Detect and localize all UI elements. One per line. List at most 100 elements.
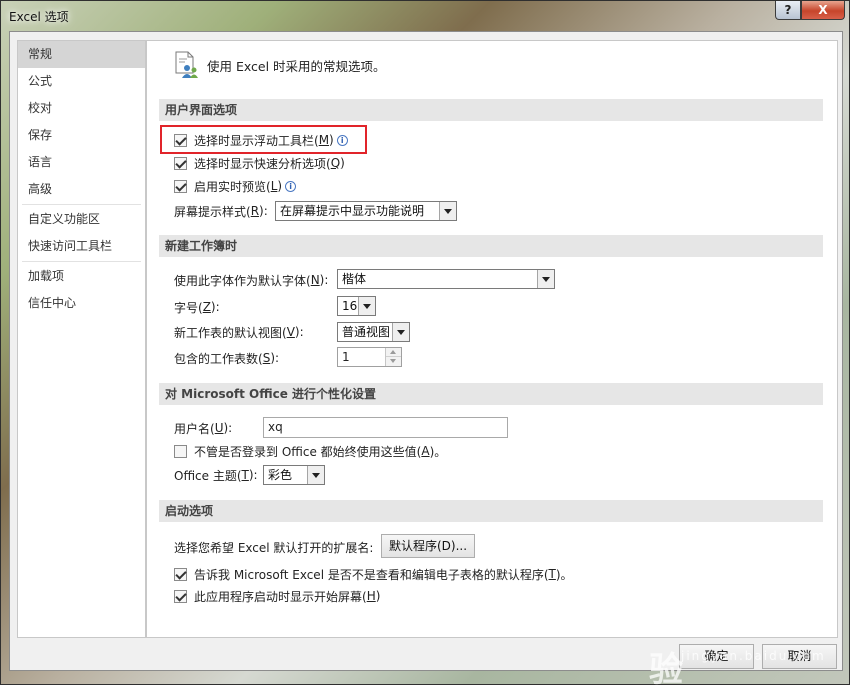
nav-item-add-ins[interactable]: 加载项 [18, 263, 145, 290]
show-start-screen-accesskey: H [366, 589, 376, 603]
sheet-count-label-pre: 包含的工作表数( [174, 351, 263, 366]
sheet-count-row: 包含的工作表数(S): [174, 348, 279, 368]
screentip-label-post: ): [259, 204, 268, 218]
office-theme-label-post: ): [248, 468, 258, 482]
extension-label: 选择您希望 Excel 默认打开的扩展名: [174, 540, 374, 555]
window-frame: Excel 选项 ? X 常规 公式 校对 保存 语言 高级 自定义功能区 快速… [0, 0, 850, 685]
username-label-post: ): [223, 421, 233, 435]
default-font-accesskey: N [310, 273, 320, 287]
chevron-down-icon[interactable] [358, 297, 375, 315]
font-size-select[interactable]: 16 [337, 296, 376, 316]
quick-analysis-checkbox[interactable] [174, 156, 187, 170]
font-size-value: 16 [342, 299, 358, 313]
office-theme-value: 彩色 [268, 468, 293, 482]
username-label-pre: 用户名( [174, 421, 215, 436]
quick-analysis-option[interactable]: 选择时显示快速分析选项(Q) [174, 153, 345, 173]
live-preview-accesskey: L [270, 179, 278, 193]
stepper-up-icon[interactable] [386, 348, 401, 357]
baidu-watermark-logo: Bai du 经验 [649, 601, 824, 685]
window-controls: ? X [775, 1, 845, 21]
default-font-value: 楷体 [342, 272, 367, 286]
section-personalize: 对 Microsoft Office 进行个性化设置 [159, 383, 823, 405]
office-theme-select[interactable]: 彩色 [263, 465, 325, 485]
always-use-option[interactable]: 不管是否登录到 Office 都始终使用这些值(A)。 [174, 441, 446, 461]
font-size-row: 字号(Z): [174, 297, 220, 317]
tell-me-label-post: )。 [555, 567, 573, 582]
highlight-annotation [160, 125, 367, 154]
screentip-style-value: 在屏幕提示中显示功能说明 [280, 204, 425, 218]
general-options-icon [175, 51, 198, 78]
nav-item-quick-access-toolbar[interactable]: 快速访问工具栏 [18, 233, 145, 260]
nav-item-formulas[interactable]: 公式 [18, 68, 145, 95]
nav-item-general[interactable]: 常规 [18, 41, 145, 68]
extension-row: 选择您希望 Excel 默认打开的扩展名: [174, 537, 373, 557]
show-start-screen-label-pre: 此应用程序启动时显示开始屏幕( [194, 589, 367, 604]
panel-header: 使用 Excel 时采用的常规选项。 [173, 49, 386, 81]
quick-analysis-label-pre: 选择时显示快速分析选项( [194, 156, 331, 171]
live-preview-label-post: ) [277, 179, 283, 193]
default-font-row: 使用此字体作为默认字体(N): [174, 270, 328, 290]
tell-me-accesskey: T [548, 567, 556, 581]
section-startup: 启动选项 [159, 500, 823, 522]
nav-item-language[interactable]: 语言 [18, 149, 145, 176]
nav-item-save[interactable]: 保存 [18, 122, 145, 149]
close-button[interactable]: X [801, 1, 845, 20]
default-view-label-post: ): [294, 325, 304, 339]
show-start-screen-option[interactable]: 此应用程序启动时显示开始屏幕(H) [174, 586, 380, 606]
default-font-select[interactable]: 楷体 [337, 269, 555, 289]
default-font-label-post: ): [319, 273, 329, 287]
window-title: Excel 选项 [9, 10, 69, 24]
office-theme-label-pre: Office 主题( [174, 468, 242, 483]
section-new-workbook: 新建工作簿时 [159, 235, 823, 257]
default-view-label-pre: 新工作表的默认视图( [174, 325, 287, 340]
stepper-buttons [385, 348, 401, 366]
sheet-count-value: 1 [342, 350, 350, 364]
options-nav: 常规 公式 校对 保存 语言 高级 自定义功能区 快速访问工具栏 加载项 信任中… [17, 40, 146, 638]
tell-me-option[interactable]: 告诉我 Microsoft Excel 是否不是查看和编辑电子表格的默认程序(T… [174, 564, 573, 584]
nav-divider [22, 261, 141, 262]
default-view-accesskey: V [286, 325, 295, 339]
screentip-label-pre: 屏幕提示样式( [174, 204, 251, 219]
sheet-count-accesskey: S [262, 351, 271, 365]
nav-item-proofing[interactable]: 校对 [18, 95, 145, 122]
username-field[interactable]: xq [263, 417, 508, 438]
panel-header-text: 使用 Excel 时采用的常规选项。 [207, 58, 386, 74]
default-programs-button[interactable]: 默认程序(D)... [381, 534, 475, 558]
default-view-select[interactable]: 普通视图 [337, 322, 410, 342]
font-size-label-post: ): [210, 300, 220, 314]
default-view-value: 普通视图 [342, 325, 391, 339]
title-bar: Excel 选项 ? X [1, 1, 850, 31]
chevron-down-icon[interactable] [439, 202, 456, 220]
sheet-count-stepper[interactable]: 1 [337, 347, 402, 367]
font-size-accesskey: Z [202, 300, 211, 314]
always-use-accesskey: A [421, 444, 430, 458]
live-preview-checkbox[interactable] [174, 179, 187, 193]
dialog-client: 常规 公式 校对 保存 语言 高级 自定义功能区 快速访问工具栏 加载项 信任中… [9, 31, 843, 671]
screentip-style-row: 屏幕提示样式(R): [174, 201, 268, 221]
sheet-count-label-post: ): [270, 351, 280, 365]
live-preview-option[interactable]: 启用实时预览(L) i [174, 176, 297, 196]
chevron-down-icon[interactable] [392, 323, 409, 341]
info-icon[interactable]: i [285, 180, 297, 192]
tell-me-checkbox[interactable] [174, 567, 187, 581]
nav-item-advanced[interactable]: 高级 [18, 176, 145, 203]
screentip-accesskey: R [250, 204, 260, 218]
show-start-screen-checkbox[interactable] [174, 589, 187, 603]
default-view-row: 新工作表的默认视图(V): [174, 322, 304, 342]
quick-analysis-accesskey: Q [330, 156, 341, 170]
always-use-label-pre: 不管是否登录到 Office 都始终使用这些值( [194, 444, 422, 459]
office-theme-row: Office 主题(T): [174, 465, 258, 485]
help-button[interactable]: ? [775, 1, 801, 20]
default-font-label-pre: 使用此字体作为默认字体( [174, 273, 311, 288]
nav-item-trust-center[interactable]: 信任中心 [18, 290, 145, 317]
section-ui-options: 用户界面选项 [159, 99, 823, 121]
always-use-checkbox[interactable] [174, 444, 187, 458]
screentip-style-select[interactable]: 在屏幕提示中显示功能说明 [275, 201, 457, 221]
chevron-down-icon[interactable] [307, 466, 324, 484]
username-row: 用户名(U): [174, 418, 232, 438]
tell-me-label-pre: 告诉我 Microsoft Excel 是否不是查看和编辑电子表格的默认程序( [194, 567, 549, 582]
stepper-down-icon[interactable] [386, 357, 401, 366]
nav-item-customize-ribbon[interactable]: 自定义功能区 [18, 206, 145, 233]
baidu-watermark-url: jingyan.baidu.com [681, 649, 826, 663]
chevron-down-icon[interactable] [537, 270, 554, 288]
